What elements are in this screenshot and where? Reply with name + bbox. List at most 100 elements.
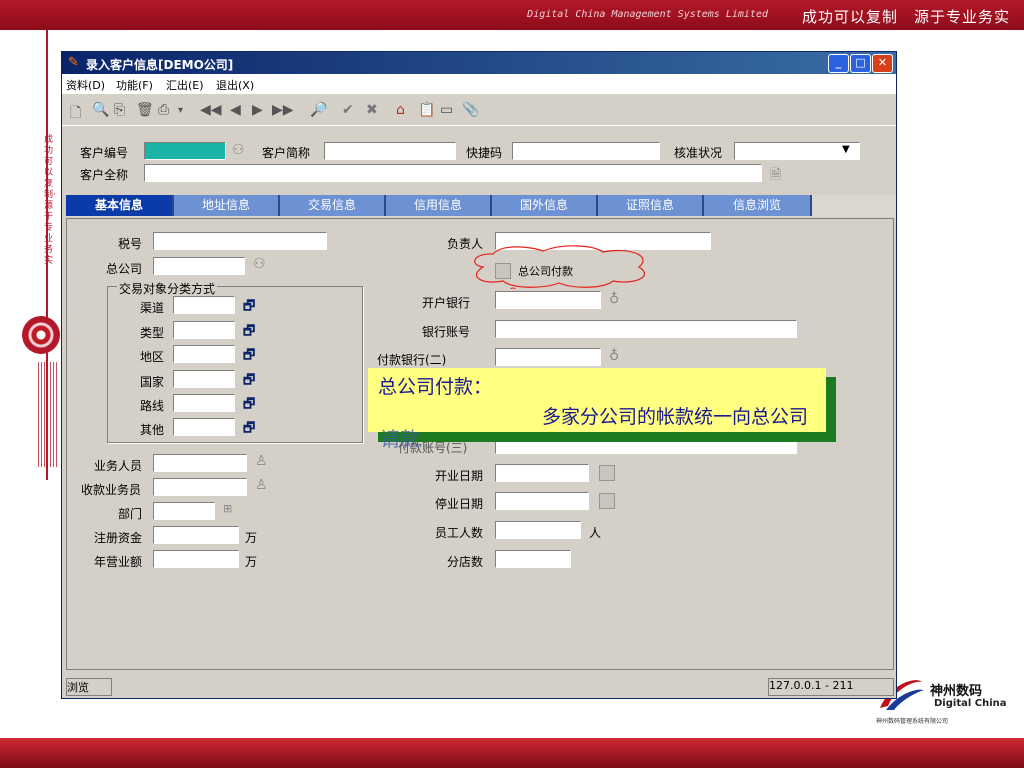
- capital-field[interactable]: [153, 526, 239, 544]
- head-office-field[interactable]: [153, 257, 245, 275]
- close-date-label: 停业日期: [435, 497, 484, 511]
- app-feather-icon: ✎: [68, 55, 79, 70]
- tab-basic-info[interactable]: 基本信息: [66, 195, 174, 216]
- full-name-label: 客户全称: [80, 168, 129, 182]
- tab-browse-info[interactable]: 信息浏览: [704, 195, 812, 216]
- delete-icon[interactable]: 🗑: [136, 102, 154, 118]
- employees-label: 员工人数: [435, 526, 484, 540]
- lookup-icon[interactable]: ⚇: [253, 256, 266, 272]
- region-field[interactable]: [173, 345, 235, 363]
- short-name-field[interactable]: [324, 142, 456, 160]
- other-field[interactable]: [173, 418, 235, 436]
- salesperson-field[interactable]: [153, 454, 247, 472]
- salesperson-label: 业务人员: [94, 459, 143, 473]
- picker-icon[interactable]: 🗗: [243, 346, 255, 368]
- menu-export[interactable]: 汇出(E): [166, 77, 204, 93]
- menu-data[interactable]: 资料(D): [66, 77, 105, 93]
- person-icon[interactable]: ♙: [255, 477, 268, 493]
- country-label: 国家: [140, 375, 165, 389]
- classification-group-title: 交易对象分类方式: [117, 280, 218, 297]
- open-date-label: 开业日期: [435, 469, 484, 483]
- minimize-button[interactable]: _: [828, 54, 849, 73]
- callout-title: 总公司付款：: [378, 376, 493, 398]
- disc-icon: [22, 316, 60, 354]
- bank-account-field[interactable]: [495, 320, 797, 338]
- confirm-icon[interactable]: ✔: [342, 102, 354, 118]
- tab-credit-info[interactable]: 信用信息: [386, 195, 492, 216]
- quick-code-field[interactable]: [512, 142, 660, 160]
- picker-icon[interactable]: 🗗: [243, 371, 255, 393]
- calendar-icon[interactable]: [599, 493, 615, 509]
- maximize-button[interactable]: □: [850, 54, 871, 73]
- short-name-label: 客户简称: [262, 146, 311, 160]
- close-date-field[interactable]: [495, 492, 589, 510]
- close-button[interactable]: ✕: [872, 54, 893, 73]
- pay-bank2-label: 付款银行(二): [377, 353, 447, 367]
- preview-icon[interactable]: 🔍: [92, 102, 109, 118]
- country-field[interactable]: [173, 370, 235, 388]
- collector-field[interactable]: [153, 478, 247, 496]
- print-dropdown-icon[interactable]: ▾: [178, 105, 183, 116]
- new-icon[interactable]: 🗋: [70, 102, 81, 126]
- callout-body: 多家分公司的帐款统一向总公司: [541, 406, 808, 428]
- chevron-down-icon[interactable]: ▼: [842, 144, 850, 155]
- lookup-icon[interactable]: ⚇: [232, 142, 245, 158]
- money-bag-icon[interactable]: ♁: [609, 291, 619, 307]
- channel-field[interactable]: [173, 296, 235, 314]
- branches-field[interactable]: [495, 550, 571, 568]
- edit-note-icon[interactable]: 🗎: [770, 164, 781, 188]
- tab-foreign-info[interactable]: 国外信息: [492, 195, 598, 216]
- clipboard-icon[interactable]: ▭: [440, 102, 453, 118]
- money-bag-icon[interactable]: ♁: [609, 348, 619, 364]
- last-icon[interactable]: ▶▶: [272, 102, 294, 118]
- open-date-field[interactable]: [495, 464, 589, 482]
- first-icon[interactable]: ◀◀: [200, 102, 222, 118]
- home-icon[interactable]: ⌂: [396, 102, 405, 118]
- next-icon[interactable]: ▶: [252, 102, 263, 118]
- logo-cn-text: 神州数码: [930, 684, 983, 699]
- tab-address-info[interactable]: 地址信息: [174, 195, 280, 216]
- find-icon[interactable]: 🔎: [310, 102, 327, 118]
- full-name-field[interactable]: [144, 164, 762, 182]
- prev-icon[interactable]: ◀: [230, 102, 241, 118]
- other-label: 其他: [140, 423, 165, 437]
- picker-icon[interactable]: 🗗: [243, 297, 255, 319]
- logo-en-text: Digital China: [934, 698, 1007, 709]
- picker-icon[interactable]: 🗗: [243, 395, 255, 417]
- picker-icon[interactable]: 🗗: [243, 322, 255, 344]
- revenue-label: 年营业额: [94, 555, 143, 569]
- menu-bar: 资料(D) 功能(F) 汇出(E) 退出(X): [62, 74, 896, 94]
- region-label: 地区: [140, 350, 165, 364]
- org-chart-icon[interactable]: ⊞: [223, 502, 232, 515]
- department-label: 部门: [118, 507, 143, 521]
- copy-icon[interactable]: ⎘: [114, 102, 125, 118]
- print-icon[interactable]: ⎙: [158, 102, 169, 118]
- department-field[interactable]: [153, 502, 215, 520]
- tab-license-info[interactable]: 证照信息: [598, 195, 704, 216]
- bank-field[interactable]: [495, 291, 601, 309]
- status-mode: 浏览: [66, 678, 112, 696]
- route-label: 路线: [140, 399, 165, 413]
- picker-icon[interactable]: 🗗: [243, 419, 255, 441]
- type-field[interactable]: [173, 321, 235, 339]
- menu-function[interactable]: 功能(F): [116, 77, 153, 93]
- decorative-stripes: [38, 362, 58, 467]
- head-office-label: 总公司: [106, 262, 143, 276]
- calendar-icon[interactable]: [599, 465, 615, 481]
- customer-no-field[interactable]: [144, 142, 226, 160]
- tab-transaction-info[interactable]: 交易信息: [280, 195, 386, 216]
- cancel-icon[interactable]: ✖: [366, 102, 378, 118]
- highlight-cloud-shape: [474, 245, 646, 289]
- revenue-field[interactable]: [153, 550, 239, 568]
- window-titlebar[interactable]: ✎ 录入客户信息[DEMO公司] _ □ ✕: [62, 52, 896, 74]
- menu-exit[interactable]: 退出(X): [216, 77, 254, 93]
- tax-no-field[interactable]: [153, 232, 327, 250]
- status-connection: 127.0.0.1 - 211: [768, 678, 894, 696]
- paste-icon[interactable]: 📋: [418, 102, 435, 118]
- window-title: 录入客户信息[DEMO公司]: [86, 58, 234, 72]
- pay-bank2-field[interactable]: [495, 348, 601, 366]
- employees-field[interactable]: [495, 521, 581, 539]
- attach-icon[interactable]: 📎: [462, 102, 479, 118]
- route-field[interactable]: [173, 394, 235, 412]
- person-icon[interactable]: ♙: [255, 453, 268, 469]
